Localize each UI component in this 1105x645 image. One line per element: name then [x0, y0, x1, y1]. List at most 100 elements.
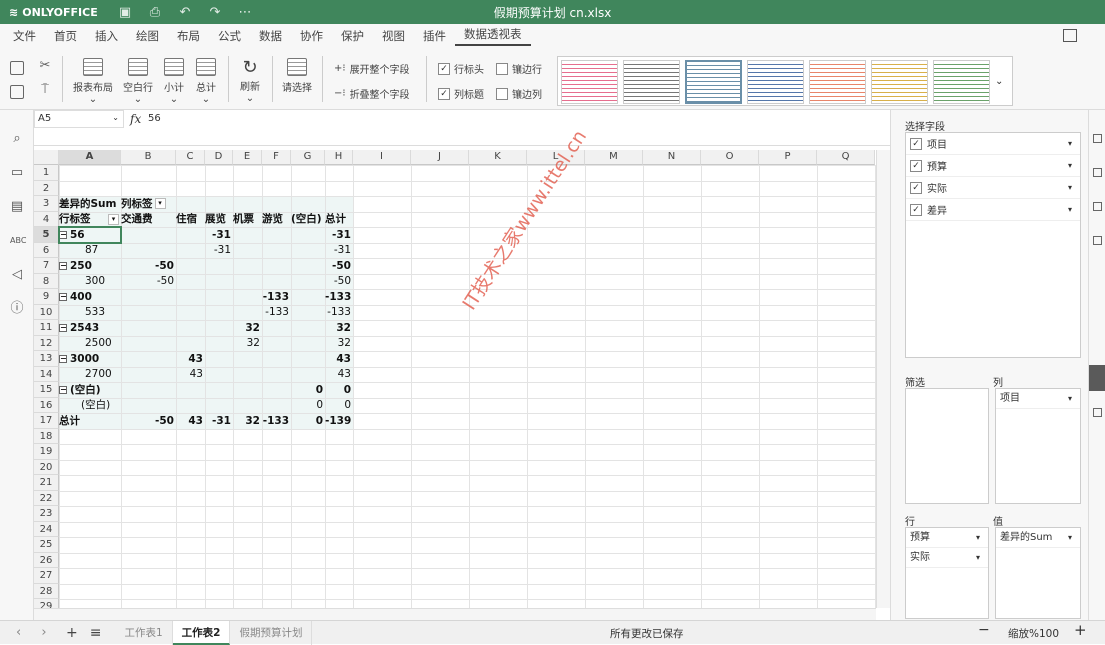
- column-header-B[interactable]: B: [121, 150, 176, 165]
- pivot-style-swatch[interactable]: [871, 60, 928, 104]
- chevron-down-icon[interactable]: ▾: [1068, 139, 1072, 148]
- column-header-M[interactable]: M: [585, 150, 643, 165]
- pivot-cell[interactable]: -50: [121, 414, 176, 429]
- pivot-cell[interactable]: 2700: [59, 367, 121, 382]
- column-header-P[interactable]: P: [759, 150, 817, 165]
- chevron-down-icon[interactable]: ▾: [1068, 528, 1072, 548]
- zoom-out-button[interactable]: −: [978, 622, 990, 638]
- row-header-24[interactable]: 24: [34, 521, 59, 537]
- feedback-icon[interactable]: ◁: [10, 268, 24, 282]
- name-box[interactable]: A5 ⌄: [34, 110, 124, 128]
- row-header-20[interactable]: 20: [34, 459, 59, 475]
- row-header-19[interactable]: 19: [34, 444, 59, 460]
- pivot-cell[interactable]: -133: [262, 305, 291, 320]
- pivot-cell[interactable]: 住宿: [176, 212, 205, 227]
- pivot-cell[interactable]: -50: [121, 259, 176, 274]
- row-header-15[interactable]: 15: [34, 382, 59, 398]
- comments-icon[interactable]: ▭: [10, 166, 24, 180]
- row-header-6[interactable]: 6: [34, 242, 59, 258]
- pivot-cell[interactable]: 43: [325, 352, 353, 367]
- pivot-cell[interactable]: -31: [205, 228, 233, 243]
- pivot-cell[interactable]: −3000: [59, 352, 121, 367]
- menu-item[interactable]: 绘图: [127, 28, 168, 44]
- pivot-cell[interactable]: (空白): [291, 212, 325, 227]
- pivot-cell[interactable]: 0: [291, 414, 325, 429]
- zone-item[interactable]: 实际 ▾: [906, 548, 988, 568]
- pivot-style-gallery[interactable]: ⌄: [557, 56, 1013, 106]
- pivot-cell[interactable]: 列标签 ▾: [121, 197, 176, 212]
- col-headers-checkbox[interactable]: ✓ 列标题: [438, 86, 484, 101]
- pivot-cell[interactable]: -133: [262, 414, 291, 429]
- column-header-I[interactable]: I: [353, 150, 411, 165]
- row-header-10[interactable]: 10: [34, 304, 59, 320]
- pivot-cell[interactable]: 游览: [262, 212, 291, 227]
- row-header-22[interactable]: 22: [34, 490, 59, 506]
- pivot-style-swatch[interactable]: [809, 60, 866, 104]
- column-header-O[interactable]: O: [701, 150, 759, 165]
- pivot-cell[interactable]: 533: [59, 305, 121, 320]
- columns-zone[interactable]: 项目 ▾: [995, 388, 1081, 504]
- pivot-cell[interactable]: 43: [176, 414, 205, 429]
- sheet-tab[interactable]: 工作表2: [172, 620, 231, 645]
- row-header-7[interactable]: 7: [34, 258, 59, 274]
- pivot-cell[interactable]: 0: [291, 383, 325, 398]
- menu-item[interactable]: 插件: [414, 28, 455, 44]
- collapse-icon[interactable]: −: [59, 323, 67, 332]
- field-item[interactable]: ✓ 实际 ▾: [906, 177, 1080, 199]
- pivot-cell[interactable]: 32: [233, 336, 262, 351]
- pivot-style-swatch-selected[interactable]: [685, 60, 742, 104]
- field-item[interactable]: ✓ 项目 ▾: [906, 133, 1080, 155]
- row-header-21[interactable]: 21: [34, 475, 59, 491]
- pivot-cell[interactable]: 87: [59, 243, 121, 258]
- pivot-cell[interactable]: 总计: [325, 212, 353, 227]
- zone-item[interactable]: 项目 ▾: [996, 389, 1080, 409]
- pivot-cell[interactable]: 差异的Sum: [59, 197, 121, 212]
- pivot-cell[interactable]: -50: [325, 274, 353, 289]
- pivot-cell[interactable]: -139: [325, 414, 353, 429]
- select-all-corner[interactable]: [34, 150, 59, 165]
- field-item[interactable]: ✓ 差异 ▾: [906, 199, 1080, 221]
- report-layout-button[interactable]: 报表布局 ⌄: [70, 58, 116, 105]
- sheet-tab[interactable]: 假期预算计划: [230, 620, 313, 645]
- menu-item[interactable]: 文件: [4, 28, 45, 44]
- column-header-G[interactable]: G: [291, 150, 325, 165]
- row-header-25[interactable]: 25: [34, 537, 59, 553]
- search-icon[interactable]: ⌕: [10, 132, 24, 146]
- horizontal-scrollbar[interactable]: [34, 608, 876, 620]
- pivot-cell[interactable]: 0: [325, 398, 353, 413]
- column-header-E[interactable]: E: [233, 150, 262, 165]
- zoom-in-button[interactable]: +: [1074, 621, 1087, 639]
- row-header-9[interactable]: 9: [34, 289, 59, 305]
- undo-icon[interactable]: ↶: [170, 5, 200, 20]
- row-header-26[interactable]: 26: [34, 552, 59, 568]
- copy-icon[interactable]: [10, 61, 24, 75]
- grand-totals-button[interactable]: 总计 ⌄: [192, 58, 220, 105]
- row-headers-checkbox[interactable]: ✓ 行标头: [438, 61, 484, 76]
- pivot-cell[interactable]: -133: [325, 305, 353, 320]
- column-header-H[interactable]: H: [325, 150, 353, 165]
- menu-item[interactable]: 公式: [209, 28, 250, 44]
- row-header-3[interactable]: 3: [34, 196, 59, 212]
- sheet-list-button[interactable]: ≡: [84, 625, 108, 641]
- menu-item[interactable]: 视图: [373, 28, 414, 44]
- pivot-cell[interactable]: 43: [325, 367, 353, 382]
- pivot-cell[interactable]: 32: [233, 414, 262, 429]
- pivot-style-swatch[interactable]: [561, 60, 618, 104]
- pivot-style-swatch[interactable]: [933, 60, 990, 104]
- chevron-down-icon[interactable]: ▾: [1068, 183, 1072, 192]
- open-location-icon[interactable]: [1063, 29, 1077, 42]
- column-header-D[interactable]: D: [205, 150, 233, 165]
- fx-icon[interactable]: fx: [130, 112, 141, 126]
- more-icon[interactable]: ⋯: [230, 5, 260, 20]
- rows-zone[interactable]: 预算 ▾ 实际 ▾: [905, 527, 989, 619]
- collapse-icon[interactable]: −: [59, 385, 67, 394]
- chevron-down-icon[interactable]: ▾: [1068, 161, 1072, 170]
- checkmark-icon[interactable]: ✓: [910, 203, 922, 216]
- pivot-cell[interactable]: 32: [325, 321, 353, 336]
- pivot-style-swatch[interactable]: [623, 60, 680, 104]
- filter-dropdown-icon[interactable]: ▾: [154, 198, 166, 209]
- shape-settings-icon[interactable]: [1093, 202, 1102, 211]
- formula-input[interactable]: 56: [148, 113, 161, 124]
- pivot-cell[interactable]: -31: [325, 243, 353, 258]
- add-sheet-button[interactable]: +: [60, 625, 84, 641]
